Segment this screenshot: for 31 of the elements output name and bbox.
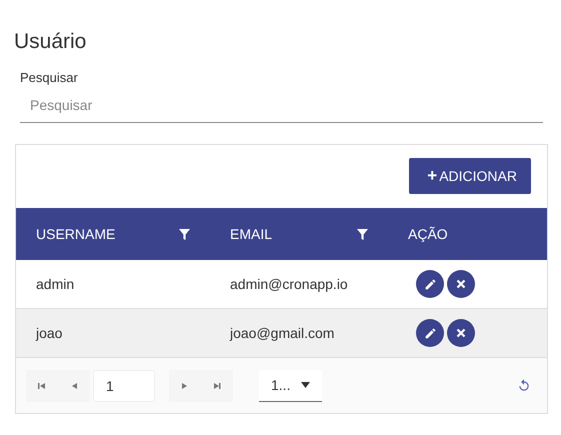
right-triangle-icon: [181, 382, 189, 390]
skip-start-icon: [38, 382, 46, 390]
search-label: Pesquisar: [20, 70, 79, 85]
refresh-icon: [517, 378, 531, 393]
close-icon: [456, 279, 466, 289]
table-cell-text: joao: [34, 325, 64, 341]
filter-icon[interactable]: [357, 228, 368, 240]
last-page-button[interactable]: [201, 370, 233, 402]
pencil-icon: [424, 326, 436, 340]
column-header: AÇÃO: [408, 226, 448, 242]
close-icon: [456, 328, 466, 338]
column-header: EMAIL: [230, 226, 272, 242]
table-cell-text: admin: [35, 276, 76, 292]
table-cell-text: admin@cronapp.io: [229, 276, 349, 292]
filter-icon[interactable]: [179, 228, 190, 240]
left-triangle-icon: [70, 382, 78, 390]
page-title: Usuário: [14, 30, 88, 54]
first-page-button[interactable]: [26, 370, 58, 402]
add-button[interactable]: +ADICIONAR: [409, 158, 531, 194]
skip-end-icon: [213, 382, 221, 390]
pencil-icon: [424, 278, 436, 290]
dropdown-caret-icon: [301, 382, 310, 388]
refresh-button[interactable]: [517, 378, 531, 393]
edit-button[interactable]: [416, 319, 444, 347]
page-field[interactable]: 1: [93, 370, 155, 402]
column-header: USERNAME: [36, 226, 116, 242]
edit-button[interactable]: [416, 270, 444, 298]
delete-button[interactable]: [447, 319, 475, 347]
table-cell-text: joao@gmail.com: [228, 325, 336, 341]
delete-button[interactable]: [447, 270, 475, 298]
page-size-select[interactable]: 1...: [259, 370, 322, 402]
